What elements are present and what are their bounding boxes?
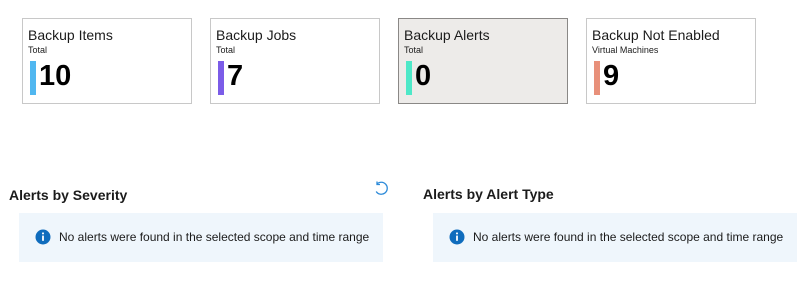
tile-subtitle: Total bbox=[28, 45, 48, 55]
tile-backup-not-enabled[interactable]: Backup Not Enabled Virtual Machines 9 bbox=[586, 18, 756, 104]
tile-backup-alerts[interactable]: Backup Alerts Total 0 bbox=[398, 18, 568, 104]
tile-accent-bar bbox=[594, 61, 600, 95]
tile-accent-bar bbox=[30, 61, 36, 95]
severity-section-title: Alerts by Severity bbox=[9, 187, 128, 203]
tile-value: 10 bbox=[39, 60, 72, 92]
alert-type-section-title: Alerts by Alert Type bbox=[423, 186, 554, 202]
tile-title: Backup Not Enabled bbox=[592, 27, 720, 43]
tile-accent-bar bbox=[218, 61, 224, 95]
info-message: No alerts were found in the selected sco… bbox=[473, 230, 784, 244]
tile-subtitle: Total bbox=[216, 45, 236, 55]
refresh-icon[interactable] bbox=[372, 180, 390, 198]
alert-type-info-box: No alerts were found in the selected sco… bbox=[433, 213, 797, 262]
tile-title: Backup Jobs bbox=[216, 27, 297, 43]
severity-info-box: No alerts were found in the selected sco… bbox=[19, 213, 383, 262]
info-icon bbox=[35, 229, 51, 245]
tile-value: 7 bbox=[227, 60, 244, 92]
backup-dashboard: Backup Items Total 10 Backup Jobs Total … bbox=[0, 0, 799, 294]
info-icon bbox=[449, 229, 465, 245]
tile-backup-jobs[interactable]: Backup Jobs Total 7 bbox=[210, 18, 380, 104]
tile-subtitle: Virtual Machines bbox=[592, 45, 659, 55]
tile-value: 9 bbox=[603, 60, 620, 92]
tile-title: Backup Alerts bbox=[404, 27, 490, 43]
info-message: No alerts were found in the selected sco… bbox=[59, 230, 370, 244]
tile-subtitle: Total bbox=[404, 45, 424, 55]
tile-accent-bar bbox=[406, 61, 412, 95]
tile-backup-items[interactable]: Backup Items Total 10 bbox=[22, 18, 192, 104]
tile-title: Backup Items bbox=[28, 27, 113, 43]
tile-value: 0 bbox=[415, 60, 432, 92]
